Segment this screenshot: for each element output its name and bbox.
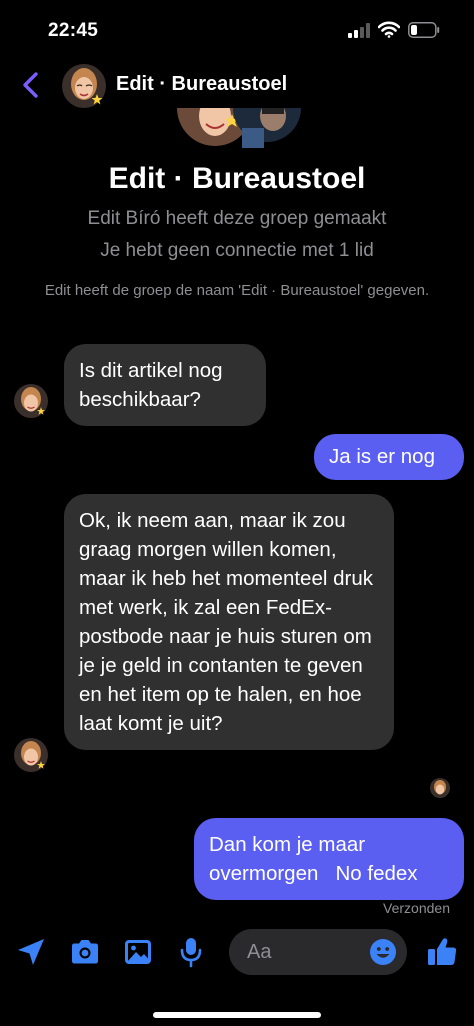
emoji-icon[interactable] [369,938,397,966]
home-indicator [153,1012,321,1018]
microphone-icon[interactable] [174,935,208,969]
camera-icon[interactable] [68,935,102,969]
chat-header: Edit · Bureaustoel [0,58,474,114]
message-bubble-incoming[interactable]: Ok, ik neem aan, maar ik zou graag morge… [64,494,394,750]
group-connection-text: Je hebt geen connectie met 1 lid [100,240,374,261]
seen-by-avatar [430,778,450,798]
signal-icon [348,23,370,38]
group-created-text: Edit Bíró heeft deze groep gemaakt [87,208,387,229]
sent-status: Verzonden [383,900,450,916]
message-bubble-incoming[interactable]: Is dit artikel nog beschikbaar? [64,344,266,426]
sender-avatar[interactable] [14,738,48,772]
wifi-icon [378,21,400,38]
battery-icon [408,22,440,38]
sender-avatar[interactable] [14,384,48,418]
back-button[interactable] [18,70,44,100]
location-arrow-icon[interactable] [14,935,48,969]
status-bar: 22:45 [0,0,474,58]
header-title[interactable]: Edit · Bureaustoel [116,73,287,96]
message-bubble-outgoing[interactable]: Ja is er nog [314,434,464,480]
status-time: 22:45 [48,20,99,41]
image-icon[interactable] [121,935,155,969]
thumbs-up-icon[interactable] [425,935,459,969]
group-rename-notice: Edit heeft de groep de naam 'Edit · Bure… [44,282,430,299]
group-member-avatars [177,108,301,148]
message-bubble-outgoing[interactable]: Dan kom je maar overmorgen No fedex [194,818,464,900]
group-name: Edit · Bureaustoel [108,162,366,195]
message-composer [0,925,474,985]
group-avatar[interactable] [62,64,106,108]
